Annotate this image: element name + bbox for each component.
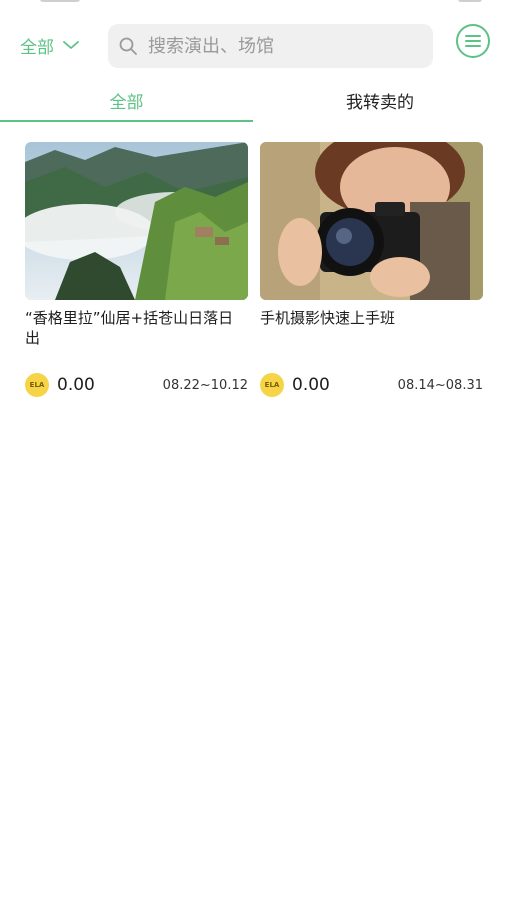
event-meta: ELA 0.00 08.22~10.12 bbox=[25, 372, 248, 398]
event-title: “香格里拉”仙居+括苍山日落日出 bbox=[25, 309, 234, 347]
event-title: 手机摄影快速上手班 bbox=[260, 309, 396, 327]
category-filter-label: 全部 bbox=[20, 37, 54, 58]
app-screen: 全部 全部 我转卖的 bbox=[0, 0, 507, 900]
event-card[interactable]: “香格里拉”仙居+括苍山日落日出 ELA 0.00 08.22~10.12 bbox=[25, 142, 248, 397]
event-price: 0.00 bbox=[292, 375, 330, 395]
search-icon bbox=[119, 37, 137, 55]
status-indicator bbox=[458, 0, 482, 2]
menu-button[interactable] bbox=[456, 24, 490, 58]
status-indicator bbox=[40, 0, 80, 2]
event-date-range: 08.22~10.12 bbox=[162, 377, 248, 393]
event-thumbnail-photographer bbox=[260, 142, 483, 300]
search-bar[interactable] bbox=[108, 24, 433, 68]
menu-icon bbox=[465, 35, 481, 47]
chevron-down-icon bbox=[63, 41, 79, 49]
event-price: 0.00 bbox=[57, 375, 95, 395]
tab-bar: 全部 我转卖的 bbox=[0, 80, 507, 124]
event-card[interactable]: 手机摄影快速上手班 ELA 0.00 08.14~08.31 bbox=[260, 142, 483, 397]
tab-all[interactable]: 全部 bbox=[0, 80, 253, 120]
event-thumbnail-mountain bbox=[25, 142, 248, 300]
search-input[interactable] bbox=[146, 34, 420, 58]
header: 全部 bbox=[0, 22, 507, 70]
event-date-range: 08.14~08.31 bbox=[397, 377, 483, 393]
category-filter-dropdown[interactable]: 全部 bbox=[20, 32, 80, 58]
tab-my-resales[interactable]: 我转卖的 bbox=[253, 80, 507, 120]
ela-coin-icon: ELA bbox=[260, 373, 284, 397]
status-bar bbox=[0, 0, 507, 6]
active-tab-indicator bbox=[0, 120, 253, 122]
event-meta: ELA 0.00 08.14~08.31 bbox=[260, 372, 483, 398]
ela-coin-icon: ELA bbox=[25, 373, 49, 397]
